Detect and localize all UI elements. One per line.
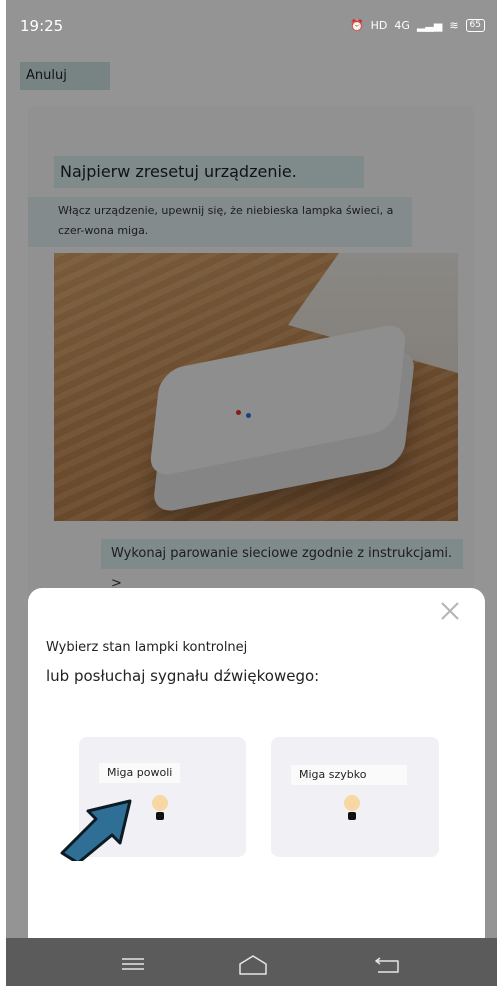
status-icons: ⏰ HD 4G ▂▃▅ ≋ 65: [350, 19, 485, 32]
prompt-line-1: Wybierz stan lampki kontrolnej: [46, 640, 248, 655]
bulb-icon: [152, 795, 168, 821]
prompt-line-2: lub posłuchaj sygnału dźwiękowego:: [46, 667, 320, 685]
battery-icon: 65: [465, 19, 485, 32]
wifi-icon: ≋: [449, 19, 459, 32]
pointer-arrow-icon: [60, 799, 132, 861]
phone-screen: Anuluj Najpierw zresetuj urządzenie. Włą…: [6, 0, 497, 986]
hd-icon: HD: [370, 19, 388, 32]
bulb-icon: [344, 795, 360, 821]
network-label: 4G: [394, 19, 410, 32]
signal-icon: ▂▃▅: [416, 19, 443, 32]
option-label-fast: Miga szybko: [291, 765, 407, 785]
alarm-icon: ⏰: [349, 19, 364, 32]
menu-icon[interactable]: [122, 958, 144, 970]
status-time: 19:25: [20, 17, 64, 35]
back-icon[interactable]: [374, 956, 400, 974]
home-icon[interactable]: [238, 954, 268, 976]
status-bar: 19:25 ⏰ HD 4G ▂▃▅ ≋ 65: [6, 0, 497, 56]
close-icon[interactable]: [439, 600, 461, 622]
option-blink-fast[interactable]: Miga szybko: [271, 737, 439, 857]
option-label-slow: Miga powoli: [99, 763, 181, 783]
